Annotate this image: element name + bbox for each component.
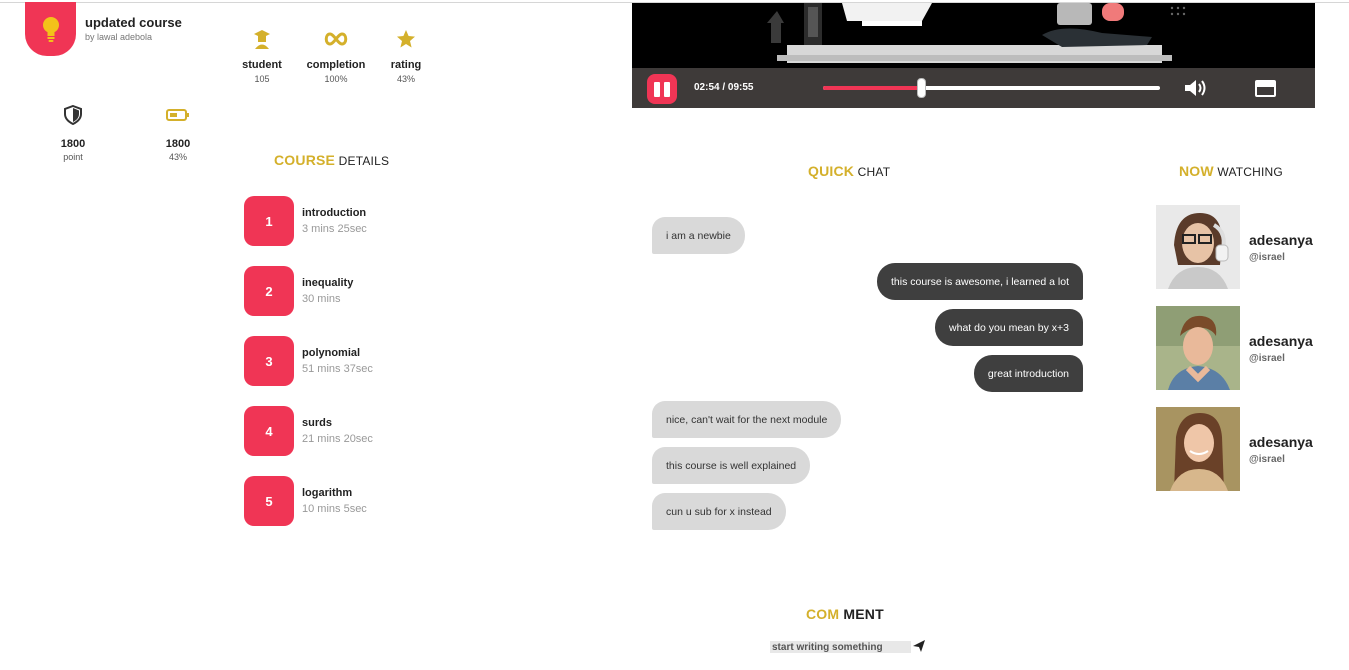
- stat-label: rating: [390, 59, 422, 71]
- points-label: point: [63, 152, 83, 162]
- lesson-duration: 21 mins 20sec: [302, 433, 373, 445]
- battery-label: 43%: [168, 152, 187, 162]
- shield-icon: [64, 105, 82, 125]
- chat-message-incoming: i am a newbie: [652, 217, 745, 254]
- title-rest: WATCHING: [1213, 165, 1283, 179]
- lesson-name: polynomial: [302, 347, 361, 359]
- title-rest: MENT: [839, 606, 884, 622]
- lesson-name: introduction: [302, 207, 367, 219]
- title-rest: DETAILS: [335, 154, 390, 168]
- lesson-name: inequality: [302, 277, 354, 289]
- comment-title: COM MENT: [806, 606, 884, 622]
- fullscreen-icon[interactable]: [1255, 80, 1276, 97]
- watcher-handle: @israel: [1249, 252, 1285, 263]
- title-highlight: QUICK: [808, 163, 855, 179]
- battery-icon: [166, 109, 189, 121]
- points-stat: 1800 point: [43, 105, 103, 162]
- video-player[interactable]: 02:54 / 09:55: [632, 3, 1315, 108]
- stat-completion: completion 100%: [296, 28, 376, 84]
- volume-icon[interactable]: [1183, 78, 1209, 98]
- quick-chat-title: QUICK CHAT: [808, 163, 890, 179]
- video-thumbnail: [632, 3, 1315, 68]
- now-watching-title: NOW WATCHING: [1179, 163, 1283, 179]
- points-value: 1800: [60, 138, 86, 150]
- course-author: by lawal adebola: [85, 32, 153, 42]
- chat-message-incoming: nice, can't wait for the next module: [652, 401, 842, 438]
- avatar: [1156, 205, 1240, 289]
- watcher-name: adesanya: [1249, 434, 1313, 450]
- battery-stat: 1800 43%: [148, 105, 208, 162]
- battery-value: 1800: [165, 138, 191, 150]
- lesson-item[interactable]: 1 introduction 3 mins 25sec: [244, 196, 504, 246]
- lesson-item[interactable]: 2 inequality 30 mins: [244, 266, 504, 316]
- lesson-name: logarithm: [302, 487, 353, 499]
- avatar: [1156, 306, 1240, 390]
- lesson-number: 1: [244, 196, 294, 246]
- chat-message-outgoing: what do you mean by x+3: [935, 309, 1083, 346]
- chat-message-outgoing: this course is awesome, i learned a lot: [876, 263, 1083, 300]
- pause-icon: [664, 81, 670, 97]
- watcher-handle: @israel: [1249, 353, 1285, 364]
- lesson-name: surds: [302, 417, 332, 429]
- stat-label: completion: [306, 59, 366, 71]
- stat-value: 105: [254, 74, 270, 84]
- pause-button[interactable]: [647, 74, 677, 104]
- send-icon[interactable]: [912, 639, 926, 653]
- watcher-handle: @israel: [1249, 454, 1285, 465]
- lightbulb-icon: [42, 17, 59, 42]
- video-controls: 02:54 / 09:55: [632, 68, 1315, 108]
- seek-handle[interactable]: [916, 78, 926, 98]
- watcher-name: adesanya: [1249, 333, 1313, 349]
- infinity-icon: [324, 32, 348, 46]
- lesson-duration: 51 mins 37sec: [302, 363, 373, 375]
- stat-student: student 105: [222, 28, 302, 84]
- comment-input[interactable]: [770, 641, 911, 653]
- title-highlight: COURSE: [274, 152, 336, 168]
- course-logo: [25, 2, 76, 56]
- chat-message-incoming: cun u sub for x instead: [652, 493, 786, 530]
- stat-value: 100%: [324, 74, 348, 84]
- lesson-number: 3: [244, 336, 294, 386]
- lesson-duration: 10 mins 5sec: [302, 503, 367, 515]
- watcher-item[interactable]: adesanya @israel: [1156, 205, 1336, 289]
- lesson-duration: 30 mins: [302, 293, 341, 305]
- stat-label: student: [242, 59, 282, 71]
- watcher-item[interactable]: adesanya @israel: [1156, 407, 1336, 491]
- avatar: [1156, 407, 1240, 491]
- stat-value: 43%: [396, 74, 415, 84]
- graduate-icon: [254, 30, 270, 49]
- lesson-number: 2: [244, 266, 294, 316]
- lesson-number: 4: [244, 406, 294, 456]
- video-time: 02:54 / 09:55: [694, 82, 754, 93]
- watcher-item[interactable]: adesanya @israel: [1156, 306, 1336, 390]
- pause-icon: [654, 81, 660, 97]
- title-highlight: COM: [806, 606, 840, 622]
- lesson-number: 5: [244, 476, 294, 526]
- seek-bar-progress: [823, 86, 921, 90]
- lesson-item[interactable]: 5 logarithm 10 mins 5sec: [244, 476, 504, 526]
- title-highlight: NOW: [1179, 163, 1214, 179]
- star-icon: [397, 30, 415, 48]
- seek-bar[interactable]: [823, 78, 1160, 98]
- course-details-title: COURSE DETAILS: [274, 152, 389, 168]
- lesson-duration: 3 mins 25sec: [302, 223, 367, 235]
- chat-message-outgoing: great introduction: [973, 355, 1083, 392]
- course-title: updated course: [85, 15, 182, 30]
- lesson-item[interactable]: 4 surds 21 mins 20sec: [244, 406, 504, 456]
- stat-rating: rating 43%: [366, 28, 446, 84]
- watcher-name: adesanya: [1249, 232, 1313, 248]
- chat-message-incoming: this course is well explained: [652, 447, 811, 484]
- title-rest: CHAT: [854, 165, 891, 179]
- lesson-item[interactable]: 3 polynomial 51 mins 37sec: [244, 336, 504, 386]
